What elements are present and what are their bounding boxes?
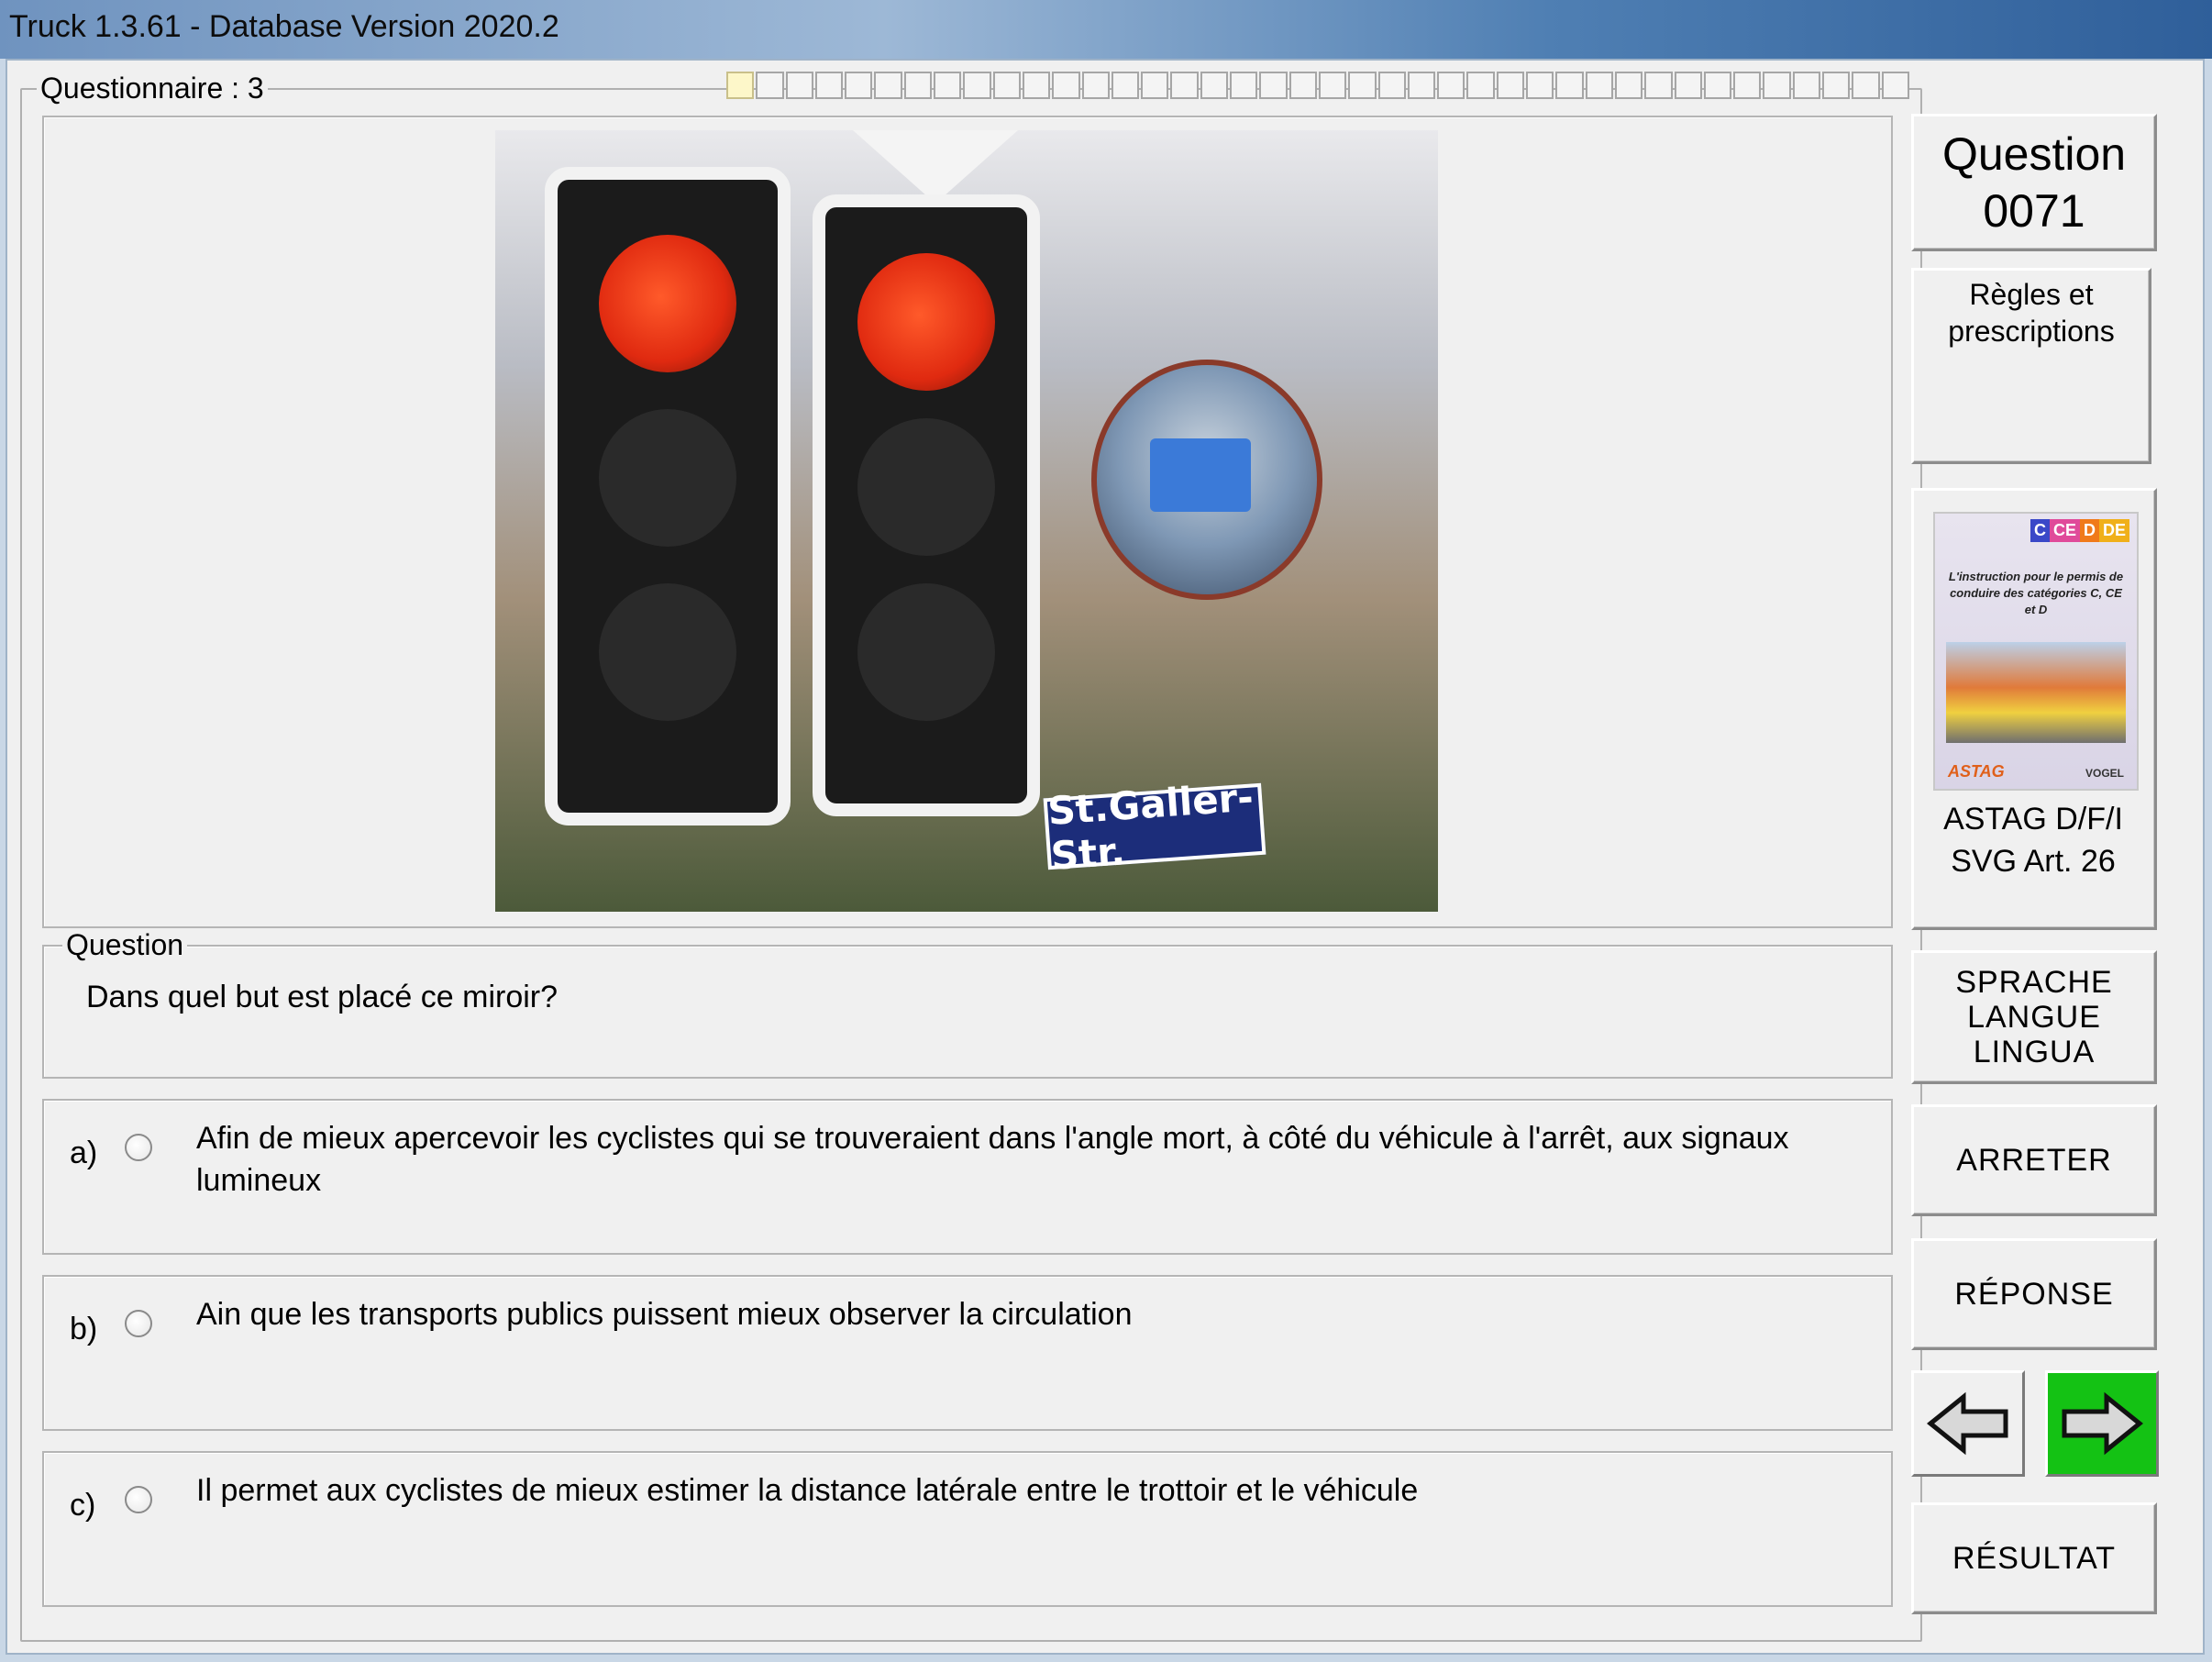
answer-b[interactable]: b) Ain que les transports publics puisse… [42,1275,1893,1431]
language-button[interactable]: SPRACHE LANGUE LINGUA [1911,950,2157,1084]
book-category-tag: DE [2098,519,2129,542]
category-box: Règles et prescriptions [1911,268,2151,464]
answer-c-radio[interactable] [125,1486,152,1513]
progress-segment [785,72,813,99]
progress-segment [992,72,1021,99]
astag-logo: ASTAG [1948,762,2005,781]
progress-segment [756,72,784,99]
progress-bar [726,72,1909,99]
progress-segment [1852,72,1880,99]
questionnaire-label: Questionnaire : 3 [37,72,268,105]
source-line-1: ASTAG D/F/I [1943,802,2123,837]
question-photo: St.Galler-Str. [495,130,1438,912]
answer-button[interactable]: RÉPONSE [1911,1238,2157,1350]
book-category-tag: CE [2049,519,2080,542]
arrow-right-icon [2062,1391,2143,1456]
progress-segment [1407,72,1436,99]
answer-text: Ain que les transports publics puissent … [196,1297,1133,1332]
answer-letter: b) [70,1312,98,1346]
book-categories: C CE D DE [2030,519,2129,542]
progress-segment [1644,72,1673,99]
book-category-tag: C [2030,519,2050,542]
progress-segment [1585,72,1613,99]
next-button[interactable] [2045,1370,2159,1477]
question-number: 0071 [1983,185,2085,237]
source-line-2: SVG Art. 26 [1951,844,2116,879]
arrow-left-icon [1927,1391,2008,1456]
truck-reflection [1150,438,1251,512]
yield-sign [853,130,1018,204]
progress-segment [1733,72,1762,99]
answer-b-radio[interactable] [125,1310,152,1337]
progress-segment [1674,72,1702,99]
progress-segment [1526,72,1554,99]
answer-letter: a) [70,1136,98,1170]
book-category-tag: D [2079,519,2099,542]
progress-segment [963,72,991,99]
book-title: L'instruction pour le permis de conduire… [1948,570,2124,616]
progress-segment [1200,72,1229,99]
progress-segment [1466,72,1495,99]
window-title: Truck 1.3.61 - Database Version 2020.2 [9,9,559,44]
title-bar: Truck 1.3.61 - Database Version 2020.2 [0,0,2212,59]
result-button[interactable]: RÉSULTAT [1911,1502,2157,1614]
progress-segment [1259,72,1288,99]
progress-segment [814,72,844,99]
progress-segment [1614,72,1643,99]
category-text: Règles et prescriptions [1948,278,2115,348]
vogel-logo: VOGEL [2085,767,2124,780]
progress-segment [1052,72,1080,99]
traffic-light-right [813,194,1040,816]
progress-segment [726,72,755,99]
progress-segment [1821,72,1851,99]
prev-button[interactable] [1911,1370,2025,1477]
progress-segment [1348,72,1377,99]
progress-segment [1170,72,1199,99]
answer-c[interactable]: c) Il permet aux cyclistes de mieux esti… [42,1451,1893,1607]
question-label: Question [1941,128,2127,180]
progress-segment [1881,72,1909,99]
stop-button[interactable]: ARRETER [1911,1104,2157,1216]
progress-segment [1377,72,1406,99]
progress-segment [845,72,873,99]
question-number-box: Question 0071 [1911,114,2157,251]
progress-segment [1141,72,1169,99]
question-panel: Dans quel but est placé ce miroir? [42,945,1893,1079]
progress-segment [874,72,902,99]
progress-segment [1763,72,1791,99]
progress-segment [1318,72,1347,99]
progress-segment [1555,72,1584,99]
answer-text: Afin de mieux apercevoir les cyclistes q… [196,1121,1789,1198]
source-reference: ASTAG D/F/I SVG Art. 26 [1919,798,2148,882]
convex-mirror [1091,360,1322,600]
progress-segment [934,72,962,99]
question-text: Dans quel but est placé ce miroir? [86,980,559,1014]
answer-a[interactable]: a) Afin de mieux apercevoir les cycliste… [42,1099,1893,1255]
book-image [1946,642,2126,743]
street-sign: St.Galler-Str. [1043,774,1266,879]
textbook-cover: C CE D DE L'instruction pour le permis de c… [1933,512,2139,791]
progress-segment [903,72,933,99]
progress-segment [1081,72,1110,99]
progress-segment [1437,72,1465,99]
progress-segment [1022,72,1051,99]
progress-segment [1111,72,1140,99]
progress-segment [1288,72,1317,99]
progress-segment [1703,72,1732,99]
progress-segment [1230,72,1258,99]
progress-segment [1792,72,1820,99]
answer-text: Il permet aux cyclistes de mieux estimer… [196,1473,1419,1508]
question-group-label: Question [62,928,188,962]
traffic-light-left [545,167,791,825]
answer-a-radio[interactable] [125,1134,152,1161]
progress-segment [1496,72,1525,99]
answer-letter: c) [70,1488,96,1523]
